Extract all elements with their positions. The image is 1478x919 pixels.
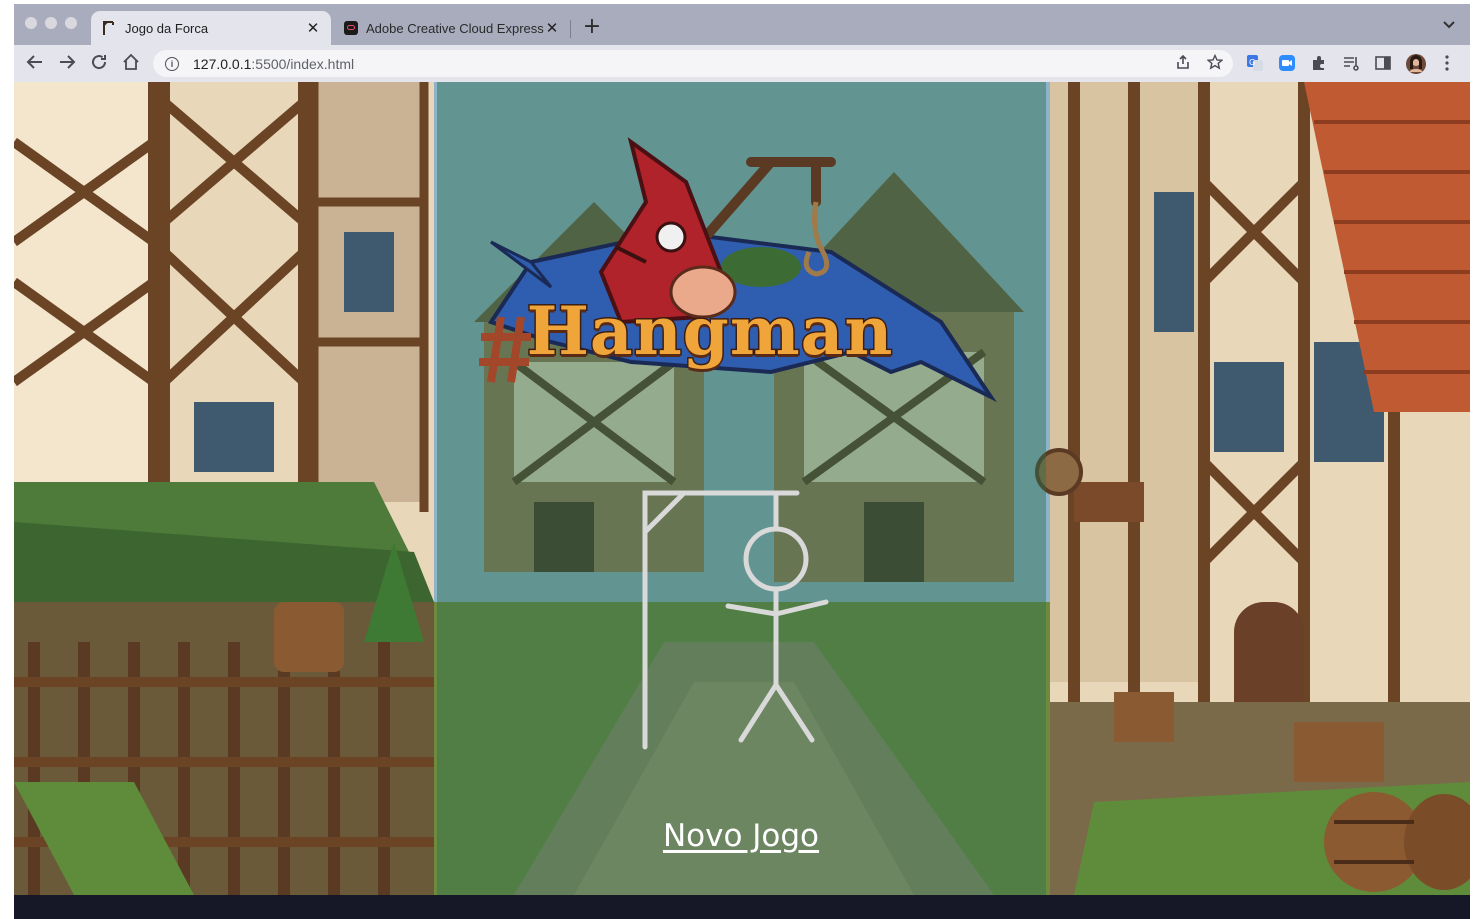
url-path: :5500/index.html [251, 55, 355, 72]
zoom-window-button[interactable] [65, 17, 77, 29]
svg-text:G: G [1249, 58, 1255, 67]
new-game-link[interactable]: Novo Jogo [641, 818, 841, 854]
tab-search-chevron-icon[interactable] [1442, 18, 1456, 34]
page-footer-strip [14, 895, 1470, 919]
game-page: Hangman Novo Jogo [14, 82, 1470, 895]
creative-cloud-favicon-icon [344, 21, 358, 35]
address-bar[interactable]: i 127.0.0.1:5500/index.html [153, 50, 1233, 77]
hangman-stick-figure [642, 490, 829, 750]
profile-avatar[interactable] [1406, 54, 1426, 74]
tab-jogo-da-forca[interactable]: Jogo da Forca ✕ [91, 11, 331, 45]
forward-arrow-icon[interactable] [56, 53, 78, 75]
tab-close-icon[interactable]: ✕ [544, 19, 560, 37]
side-panel-icon[interactable] [1374, 54, 1392, 72]
bookmark-star-icon[interactable] [1206, 53, 1224, 74]
zoom-extension-icon[interactable] [1278, 54, 1296, 72]
tab-close-icon[interactable]: ✕ [305, 19, 321, 37]
reload-icon[interactable] [88, 53, 110, 75]
url-host: 127.0.0.1 [193, 55, 252, 72]
minimize-window-button[interactable] [45, 17, 57, 29]
tab-strip: Jogo da Forca ✕ Adobe Creative Cloud Exp… [14, 4, 1470, 45]
new-tab-button[interactable]: + [580, 16, 604, 40]
translate-extension-icon[interactable]: G [1246, 54, 1264, 72]
hangman-logo [479, 137, 997, 403]
close-window-button[interactable] [25, 17, 37, 29]
tab-separator [570, 20, 571, 38]
site-info-icon[interactable]: i [165, 56, 179, 71]
gallows-favicon-icon [101, 20, 117, 36]
browser-window: Jogo da Forca ✕ Adobe Creative Cloud Exp… [14, 4, 1470, 919]
share-icon[interactable] [1175, 54, 1191, 74]
tab-adobe-express[interactable]: Adobe Creative Cloud Express ✕ [334, 11, 570, 45]
media-queue-icon[interactable] [1342, 54, 1360, 72]
tab-title: Jogo da Forca [125, 20, 209, 36]
browser-menu-icon[interactable] [1438, 54, 1456, 72]
home-icon[interactable] [120, 53, 142, 75]
back-arrow-icon[interactable] [24, 53, 46, 75]
extensions-puzzle-icon[interactable] [1310, 54, 1328, 72]
tab-title: Adobe Creative Cloud Express [366, 20, 544, 36]
logo-title: Hangman [525, 291, 894, 372]
browser-toolbar: i 127.0.0.1:5500/index.html G [14, 45, 1470, 82]
